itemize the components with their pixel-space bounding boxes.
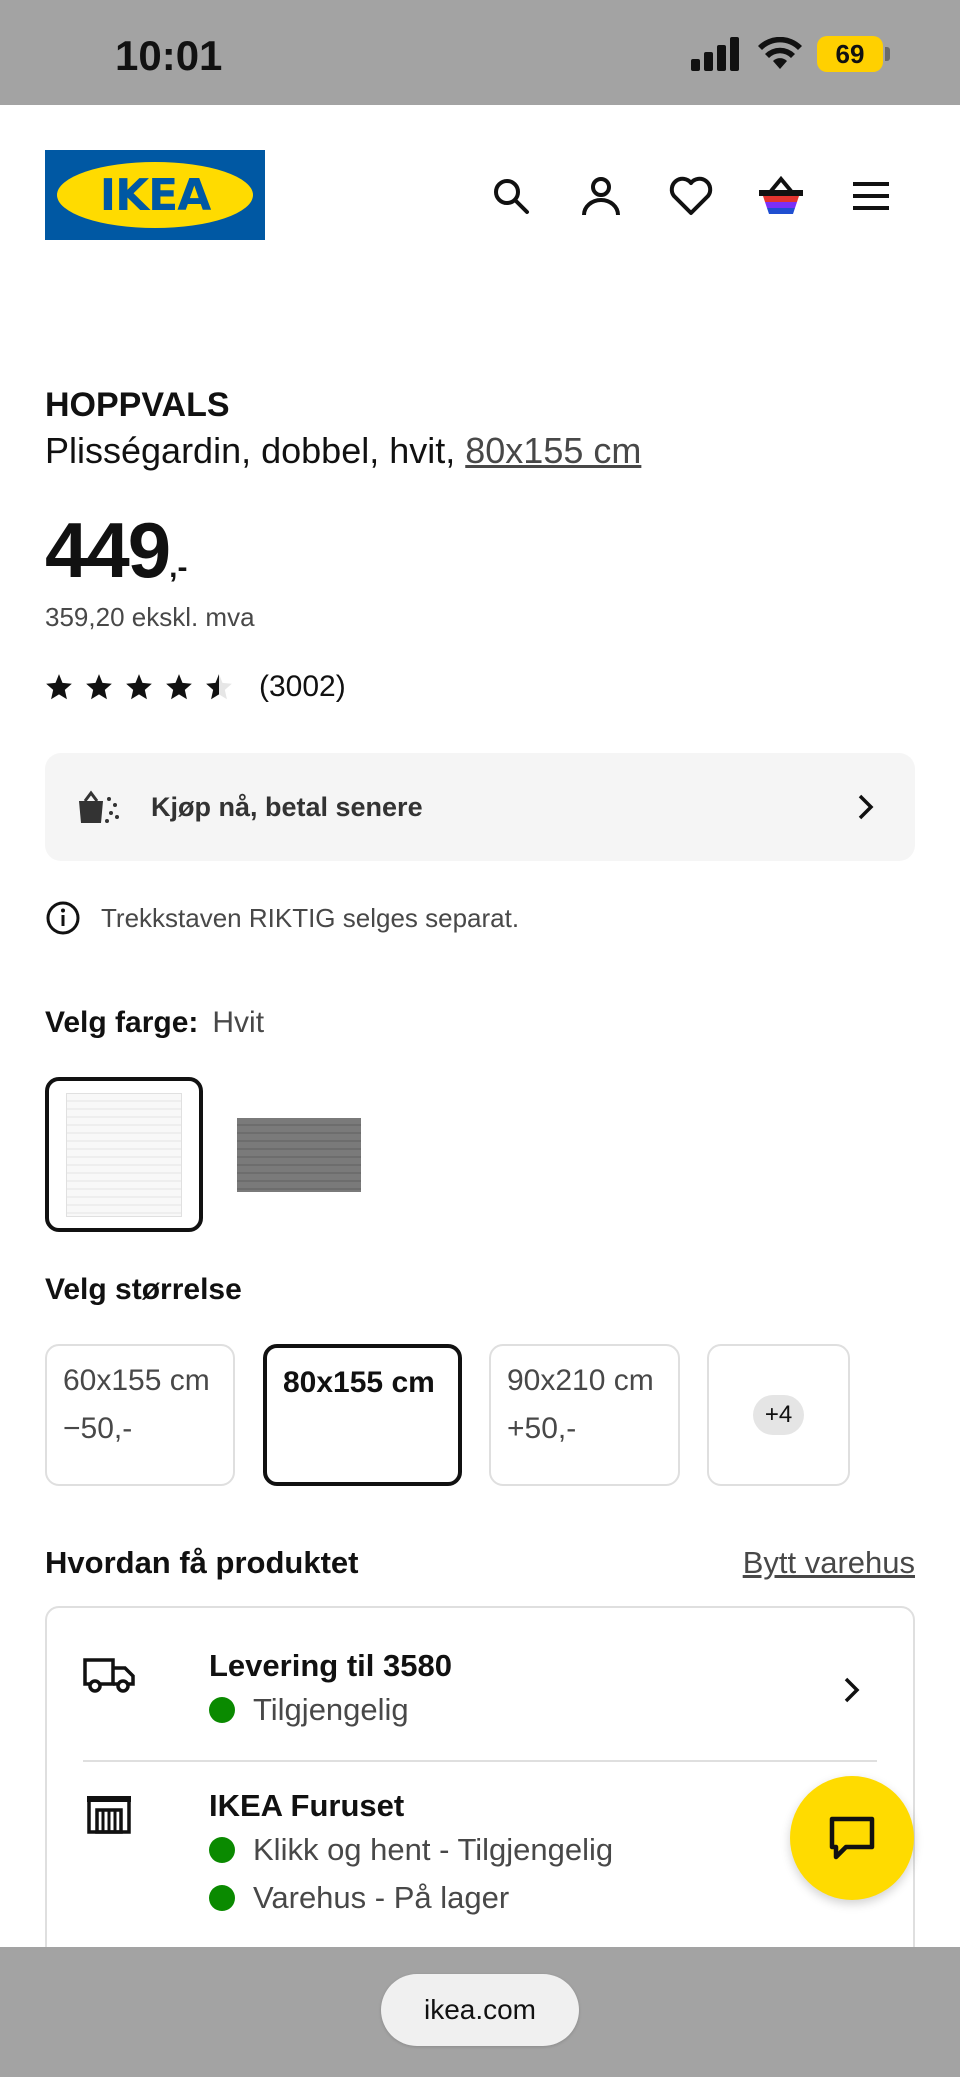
- in-store-text: Varehus - På lager: [253, 1880, 510, 1915]
- info-icon: [46, 901, 80, 935]
- battery-level: 69: [835, 38, 865, 69]
- battery-icon: 69: [817, 36, 883, 72]
- price-ex-vat: 359,20 ekskl. mva: [45, 602, 255, 632]
- status-icons: 69: [691, 36, 890, 72]
- delivery-option[interactable]: Levering til 3580 Tilgjengelig: [83, 1648, 877, 1762]
- logo-oval: IKEA: [57, 162, 253, 228]
- product-price: 449,-: [45, 505, 187, 596]
- truck-icon: [83, 1658, 135, 1693]
- change-store-link[interactable]: Bytt varehus: [743, 1545, 915, 1581]
- size-picker-label: Velg størrelse: [45, 1273, 242, 1306]
- header-icons: [485, 170, 897, 222]
- status-dot-icon: [209, 1697, 235, 1723]
- battery-cap: [885, 47, 890, 61]
- info-note-text: Trekkstaven RIKTIG selges separat.: [101, 902, 520, 933]
- status-dot-icon: [209, 1837, 235, 1863]
- more-sizes-count: +4: [752, 1395, 805, 1435]
- bnpl-label: Kjøp nå, betal senere: [151, 791, 423, 822]
- price-value: 449: [45, 506, 171, 594]
- star-icon: [86, 674, 112, 700]
- wishlist-heart-icon[interactable]: [665, 170, 717, 222]
- product-name: HOPPVALS: [45, 386, 230, 424]
- star-icon: [126, 674, 152, 700]
- rating-stars: [45, 673, 233, 701]
- size-option-name: 90x210 cm: [507, 1364, 654, 1397]
- product-size-link[interactable]: 80x155 cm: [465, 430, 641, 471]
- size-option-price-diff: −50,-: [63, 1412, 133, 1445]
- basket-sparkle-icon: [79, 790, 119, 823]
- status-time: 10:01: [115, 32, 223, 79]
- product-description: Plisségardin, dobbel, hvit, 80x155 cm: [45, 430, 641, 472]
- color-swatch-white[interactable]: [45, 1077, 203, 1232]
- delivery-title: Levering til 3580: [209, 1648, 452, 1683]
- url-bar[interactable]: ikea.com: [381, 1974, 579, 2046]
- size-option-60x155[interactable]: 60x155 cm −50,-: [45, 1344, 235, 1486]
- size-option-name: 80x155 cm: [283, 1366, 435, 1399]
- color-picker-label: Velg farge: Hvit: [45, 1006, 264, 1040]
- size-option-name: 60x155 cm: [63, 1364, 210, 1397]
- cart-basket-icon[interactable]: [755, 170, 807, 222]
- chevron-right-icon: [844, 1677, 860, 1703]
- store-icon: [87, 1796, 131, 1834]
- buy-now-pay-later-button[interactable]: Kjøp nå, betal senere: [45, 753, 915, 861]
- menu-icon[interactable]: [845, 170, 897, 222]
- white-blind-image: [66, 1092, 182, 1217]
- chevron-right-icon: [858, 794, 874, 820]
- search-icon[interactable]: [485, 170, 537, 222]
- color-label-title: Velg farge:: [45, 1006, 199, 1039]
- star-icon: [46, 674, 72, 700]
- color-label-value: Hvit: [212, 1006, 265, 1039]
- click-collect-status: Klikk og hent - Tilgjengelig: [209, 1832, 613, 1868]
- price-suffix: ,-: [169, 551, 188, 584]
- size-option-price-diff: +50,-: [507, 1412, 577, 1445]
- size-option-more[interactable]: +4: [707, 1344, 850, 1486]
- color-swatch-grey[interactable]: [220, 1077, 378, 1232]
- chat-button[interactable]: [790, 1776, 914, 1900]
- star-icon: [166, 674, 192, 700]
- product-description-text: Plisségardin, dobbel, hvit,: [45, 430, 466, 471]
- chat-bubble-icon: [829, 1816, 875, 1860]
- status-dot-icon: [209, 1885, 235, 1911]
- account-icon[interactable]: [575, 170, 627, 222]
- logo-text: IKEA: [99, 169, 212, 221]
- product-rating[interactable]: (3002): [45, 670, 346, 704]
- size-option-80x155[interactable]: 80x155 cm: [263, 1344, 462, 1486]
- size-option-90x210[interactable]: 90x210 cm +50,-: [489, 1344, 680, 1486]
- ikea-logo[interactable]: IKEA: [45, 150, 265, 240]
- wifi-icon: [758, 37, 802, 69]
- signal-icon: [691, 37, 739, 71]
- store-title: IKEA Furuset: [209, 1788, 405, 1823]
- browser-bar: ikea.com: [0, 1947, 960, 2077]
- url-text: ikea.com: [423, 1994, 537, 2025]
- delivery-status-text: Tilgjengelig: [253, 1692, 409, 1727]
- delivery-status: Tilgjengelig: [209, 1692, 409, 1728]
- grey-blind-image: [237, 1117, 361, 1192]
- click-collect-text: Klikk og hent - Tilgjengelig: [253, 1832, 614, 1867]
- in-store-status: Varehus - På lager: [209, 1880, 509, 1916]
- availability-title: Hvordan få produktet: [45, 1545, 359, 1580]
- status-bar: 10:01 69: [0, 0, 960, 105]
- info-note: Trekkstaven RIKTIG selges separat.: [45, 900, 519, 936]
- rating-count: (3002): [259, 670, 346, 703]
- half-star-icon: [206, 674, 232, 700]
